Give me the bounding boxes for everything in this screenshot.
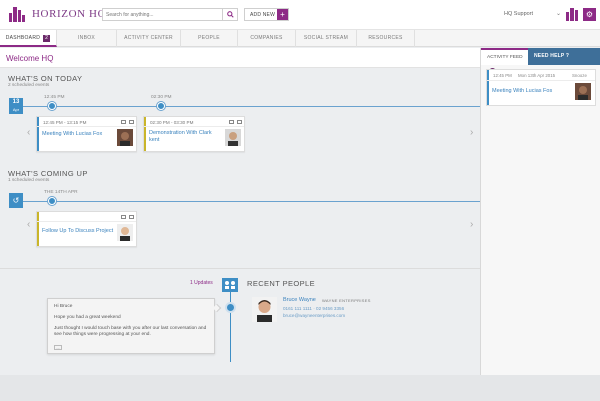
feed-snooze[interactable]: Snooze (572, 73, 587, 78)
chevron-down-icon[interactable]: ⌄ (556, 10, 561, 17)
card-divider (37, 126, 136, 127)
coming-up-subtitle: 1 scheduled events (8, 178, 50, 183)
previous-arrow-icon[interactable]: ‹ (27, 127, 30, 138)
previous-arrow-icon[interactable]: ‹ (27, 219, 30, 230)
dashboard-count-badge: 2 (43, 35, 51, 42)
tab-companies[interactable]: COMPANIES (238, 30, 296, 47)
search-box (102, 8, 238, 21)
tab-people[interactable]: PEOPLE (181, 30, 238, 47)
tab-dashboard-label: DASHBOARD (5, 35, 41, 41)
event-title[interactable]: Follow Up To Discuss Project (42, 228, 122, 235)
logo-icon[interactable] (9, 7, 25, 22)
event-card[interactable]: Follow Up To Discuss Project (36, 211, 137, 247)
edit-icon[interactable] (121, 120, 126, 124)
card-divider (37, 221, 136, 222)
tab-activity-center[interactable]: ACTIVITY CENTER (117, 30, 181, 47)
activity-feed-label: ACTIVITY FEED (487, 55, 523, 60)
card-divider (144, 126, 244, 127)
today-date-badge: 13 Apr (9, 98, 23, 114)
timeline-marker[interactable] (157, 102, 165, 110)
people-icon (222, 278, 238, 292)
delete-icon[interactable] (129, 215, 134, 219)
contact-avatar (225, 129, 241, 146)
today-date-day: 13 (12, 99, 20, 105)
edit-icon[interactable] (121, 215, 126, 219)
add-new-button[interactable]: ADD NEW + (244, 8, 289, 21)
updates-count[interactable]: 1 Updates (190, 280, 213, 286)
event-time: 02:30 PM - 03:30 PM (150, 120, 194, 125)
timeline-marker[interactable] (48, 102, 56, 110)
today-title: WHAT'S ON TODAY (8, 74, 83, 83)
event-card[interactable]: 02:30 PM - 03:30 PM Demonstration With C… (143, 116, 245, 152)
event-card[interactable]: 12:45 PM - 13:15 PM Meeting With Lucias … (36, 116, 137, 152)
organisation-icon[interactable] (566, 8, 579, 21)
note-line: Hope you had a great weekend (54, 315, 121, 320)
tab-resources[interactable]: RESOURCES (357, 30, 415, 47)
timeline-marker[interactable] (48, 197, 56, 205)
note-body: Just thought I would touch base with you… (54, 326, 207, 337)
recent-people-title: RECENT PEOPLE (247, 279, 315, 288)
tab-dashboard[interactable]: DASHBOARD 2 (0, 30, 57, 47)
tab-activity-feed[interactable]: ACTIVITY FEED1 (481, 48, 528, 75)
right-panel-tabs: ACTIVITY FEED1 NEED HELP ? (481, 48, 600, 75)
timeline-marker-time: 12:45 PM (44, 95, 65, 100)
card-divider (487, 80, 595, 81)
person-phones[interactable]: 0161 111 1111 · 02 9456 3356 (283, 306, 344, 311)
event-time: 12:45 PM - 13:15 PM (43, 120, 87, 125)
settings-gear-icon[interactable]: ⚙ (583, 8, 596, 21)
support-menu[interactable]: HQ Support (504, 11, 533, 17)
feed-time: 12:45 PM (493, 73, 512, 78)
coming-up-title: WHAT'S COMING UP (8, 169, 88, 178)
event-color-bar (37, 212, 39, 246)
top-header: HORIZON HQ ADD NEW + HQ Support ⌄ ⚙ (0, 0, 600, 30)
dashboard-main: WHAT'S ON TODAY 2 scheduled events 13 Ap… (0, 69, 480, 375)
welcome-bar: Welcome HQ (0, 48, 480, 68)
add-new-label: ADD NEW (250, 12, 276, 18)
search-input[interactable] (106, 10, 218, 20)
today-subtitle: 2 scheduled events (8, 83, 50, 88)
tab-need-help[interactable]: NEED HELP ? (528, 48, 600, 65)
next-arrow-icon[interactable]: › (470, 219, 473, 230)
right-panel: ACTIVITY FEED1 NEED HELP ? 12:45 PM Mon … (480, 48, 600, 375)
delete-icon[interactable] (237, 120, 242, 124)
person-email[interactable]: bruce@wayneenterprises.com (283, 313, 345, 318)
feed-title[interactable]: Meeting With Lucias Fos (492, 88, 552, 94)
main-nav: DASHBOARD 2 INBOX ACTIVITY CENTER PEOPLE … (0, 30, 600, 47)
refresh-icon[interactable]: ↺ (9, 193, 23, 208)
edit-icon[interactable] (229, 120, 234, 124)
search-icon (226, 11, 234, 18)
today-timeline (23, 106, 480, 107)
person-avatar[interactable] (252, 297, 277, 322)
delete-icon[interactable] (129, 120, 134, 124)
note-more-button[interactable]: ... (54, 345, 62, 350)
next-arrow-icon[interactable]: › (470, 127, 473, 138)
timeline-marker-time: 02:30 PM (151, 95, 172, 100)
tab-social-stream[interactable]: SOCIAL STREAM (296, 30, 357, 47)
contact-avatar (117, 224, 133, 241)
logo-text[interactable]: HORIZON HQ (32, 8, 106, 20)
note-card[interactable]: Hi Bruce Hope you had a great weekend Ju… (47, 298, 215, 354)
event-color-bar (144, 117, 146, 151)
feed-item[interactable]: 12:45 PM Mon 13th Apr 2015 Snooze Meetin… (486, 69, 596, 106)
person-company[interactable]: WAYNE ENTERPRISES (322, 298, 371, 303)
page-title: Welcome HQ (6, 54, 54, 63)
plus-icon: + (277, 9, 288, 20)
event-title[interactable]: Meeting With Lucias Fox (42, 131, 112, 138)
note-greeting: Hi Bruce (54, 304, 73, 309)
section-divider (0, 268, 480, 269)
event-color-bar (37, 117, 39, 151)
person-name[interactable]: Bruce Wayne (283, 297, 316, 303)
feed-color-bar (487, 70, 489, 105)
feed-date: Mon 13th Apr 2015 (518, 73, 556, 78)
contact-avatar (575, 83, 591, 100)
timeline-marker-time: THE 14TH APR (44, 190, 78, 195)
coming-timeline (23, 201, 480, 202)
tab-inbox[interactable]: INBOX (57, 30, 117, 47)
contact-avatar (117, 129, 133, 146)
timeline-marker[interactable] (225, 302, 236, 313)
today-date-month: Apr (12, 107, 20, 112)
page-footer (0, 375, 600, 401)
search-button[interactable] (222, 9, 237, 20)
event-title[interactable]: Demonstration With Clark kent (149, 130, 219, 144)
